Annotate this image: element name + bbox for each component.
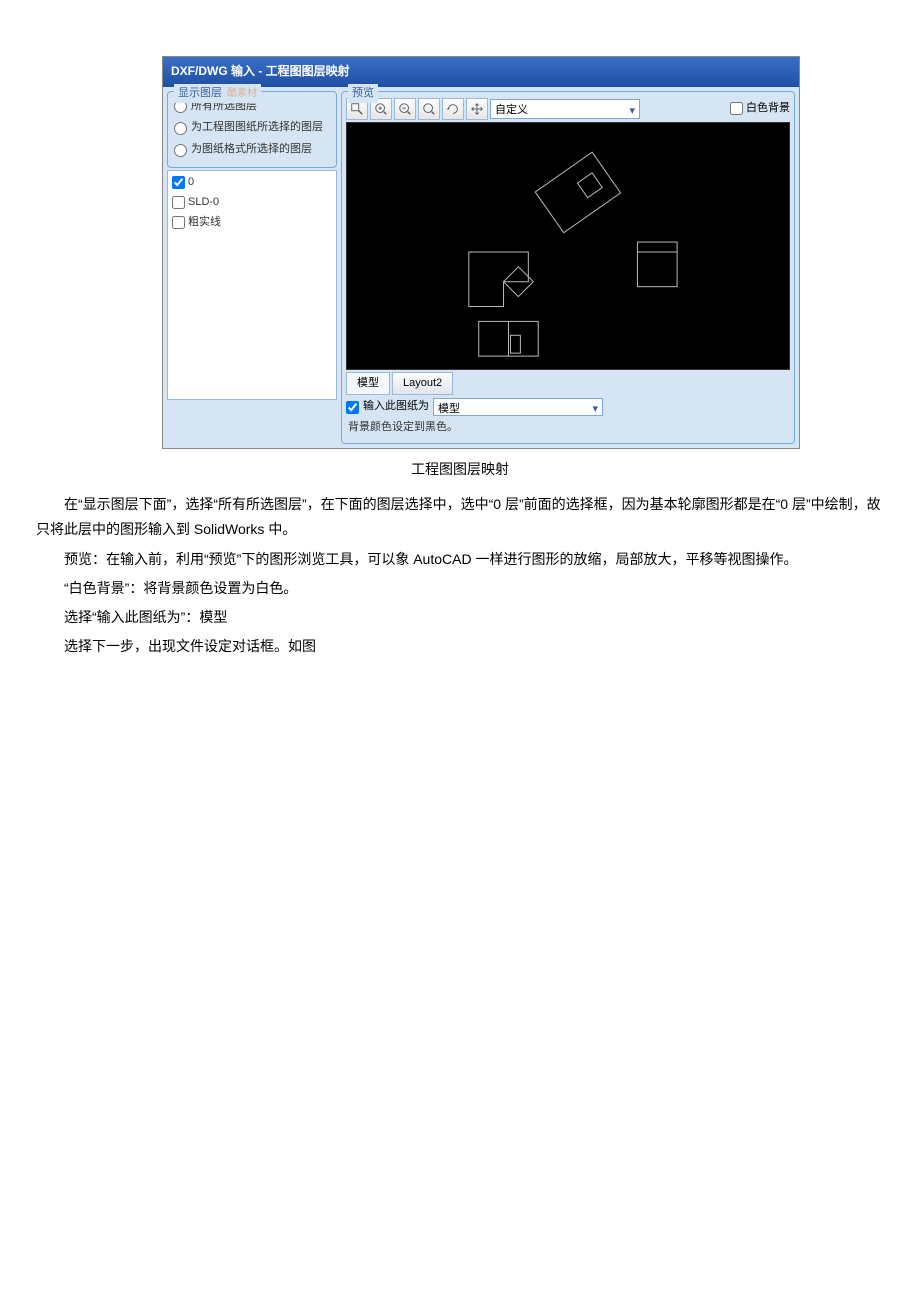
preview-canvas[interactable] [346, 122, 790, 370]
layer-row-1[interactable]: SLD-0 [172, 193, 332, 213]
cad-drawing [347, 123, 789, 369]
layer-1-checkbox[interactable] [172, 196, 185, 209]
right-panel: 预览 [341, 91, 795, 444]
para-2: 预览：在输入前，利用“预览”下的图形浏览工具，可以象 AutoCAD 一样进行图… [36, 547, 884, 572]
radio-format-label: 为图纸格式所选择的图层 [191, 140, 312, 160]
import-type-value: 模型 [438, 403, 460, 415]
white-bg-label: 白色背景 [746, 99, 790, 119]
import-checkbox[interactable] [346, 401, 359, 414]
preview-tabs: 模型 Layout2 [346, 372, 790, 396]
para-5: 选择下一步，出现文件设定对话框。如图 [36, 634, 884, 659]
show-layers-group: 显示图层 酷素材 所有所选图层 为工程图图纸所选择的图层 为图纸格式所选择的图层 [167, 91, 337, 168]
layer-1-label: SLD-0 [188, 193, 219, 213]
dialog-window: DXF/DWG 输入 - 工程图图层映射 显示图层 酷素材 所有所选图层 为工程… [162, 56, 800, 449]
layer-2-label: 粗实线 [188, 213, 221, 233]
para-1: 在“显示图层下面”，选择“所有所选图层”，在下面的图层选择中，选中“0 层”前面… [36, 492, 884, 542]
zoom-fit-icon[interactable] [418, 98, 440, 120]
left-panel: 显示图层 酷素材 所有所选图层 为工程图图纸所选择的图层 为图纸格式所选择的图层 [167, 91, 337, 444]
radio-format-layers[interactable]: 为图纸格式所选择的图层 [174, 139, 330, 161]
radio-drawing-input[interactable] [174, 122, 187, 135]
layer-2-checkbox[interactable] [172, 216, 185, 229]
figure-caption: 工程图图层映射 [0, 457, 920, 482]
layer-row-0[interactable]: 0 [172, 173, 332, 193]
white-bg-checkbox-row[interactable]: 白色背景 [730, 99, 790, 119]
import-type-select[interactable]: 模型 [433, 398, 603, 416]
radio-drawing-label: 为工程图图纸所选择的图层 [191, 118, 323, 138]
para-3: “白色背景”：将背景颜色设置为白色。 [36, 576, 884, 601]
preview-group: 预览 [341, 91, 795, 444]
preview-title: 预览 [348, 84, 378, 104]
dialog-title: DXF/DWG 输入 - 工程图图层映射 [171, 64, 350, 78]
bg-note: 背景颜色设定到黑色。 [346, 417, 790, 439]
tab-layout2[interactable]: Layout2 [392, 372, 453, 396]
radio-format-input[interactable] [174, 144, 187, 157]
layer-0-label: 0 [188, 173, 194, 193]
layer-list[interactable]: 0 SLD-0 粗实线 [167, 170, 337, 400]
import-row: 输入此图纸为 模型 [346, 397, 790, 417]
zoom-rotate-icon[interactable] [442, 98, 464, 120]
pan-icon[interactable] [466, 98, 488, 120]
preview-toolbar: 自定义 白色背景 [346, 98, 790, 120]
show-layers-title: 显示图层 酷素材 [174, 84, 261, 104]
white-bg-checkbox[interactable] [730, 102, 743, 115]
watermark-text: 酷素材 [227, 88, 257, 99]
layer-0-checkbox[interactable] [172, 176, 185, 189]
zoom-mode-select[interactable]: 自定义 [490, 99, 640, 119]
dialog-titlebar: DXF/DWG 输入 - 工程图图层映射 [163, 57, 799, 87]
dialog-body: 显示图层 酷素材 所有所选图层 为工程图图纸所选择的图层 为图纸格式所选择的图层 [163, 87, 799, 448]
zoom-mode-value: 自定义 [495, 104, 528, 116]
import-label: 输入此图纸为 [363, 397, 429, 417]
radio-drawing-layers[interactable]: 为工程图图纸所选择的图层 [174, 117, 330, 139]
zoom-out-icon[interactable] [394, 98, 416, 120]
tab-model[interactable]: 模型 [346, 372, 390, 396]
para-4: 选择“输入此图纸为”：模型 [36, 605, 884, 630]
layer-row-2[interactable]: 粗实线 [172, 213, 332, 233]
